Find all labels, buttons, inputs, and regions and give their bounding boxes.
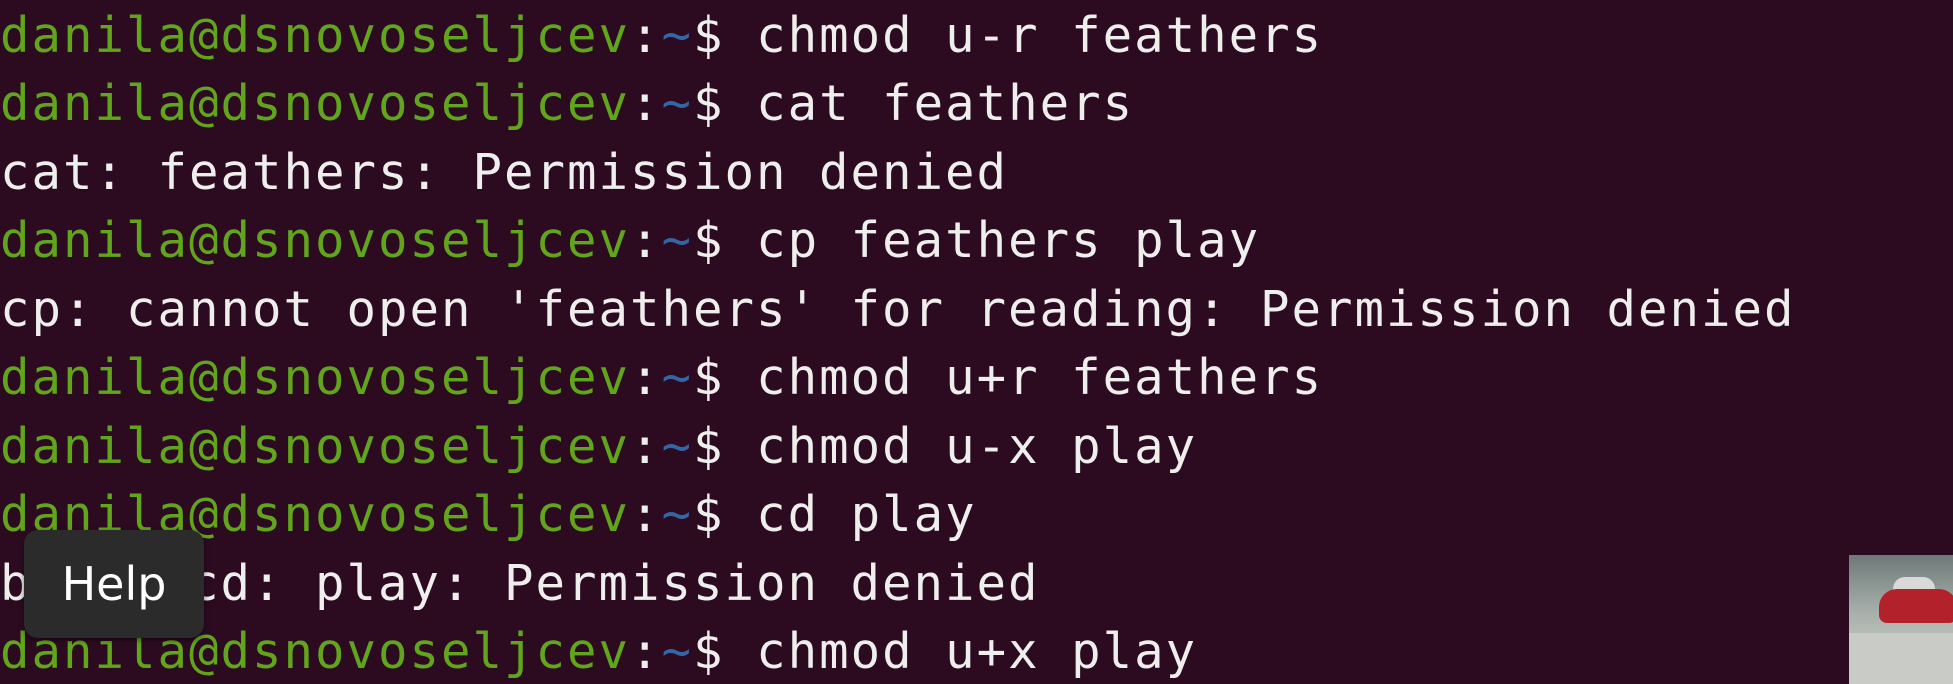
terminal-line: danila@dsnovoseljcev:~$ cp feathers play	[0, 207, 1260, 275]
terminal-line: danila@dsnovoseljcev:~$ cat feathers	[0, 70, 1134, 138]
prompt-colon: :	[630, 75, 662, 132]
prompt-path: ~	[661, 486, 694, 543]
prompt-dollar: $	[693, 349, 757, 406]
help-tooltip[interactable]: Help	[24, 530, 204, 638]
prompt-user: danila@dsnovoseljcev	[0, 75, 631, 132]
prompt-path: ~	[661, 623, 694, 680]
prompt-user: danila@dsnovoseljcev	[0, 212, 631, 269]
video-thumbnail-icon[interactable]	[1849, 555, 1953, 684]
prompt-path: ~	[661, 418, 694, 475]
terminal-window[interactable]: danila@dsnovoseljcev:~$ chmod u-r feathe…	[0, 0, 1953, 684]
thumbnail-ground	[1849, 633, 1953, 684]
prompt-user: danila@dsnovoseljcev	[0, 349, 631, 406]
prompt-colon: :	[630, 349, 662, 406]
prompt-colon: :	[630, 623, 662, 680]
command-text: cat feathers	[756, 75, 1135, 132]
command-text: chmod u+x play	[756, 623, 1198, 680]
terminal-line: danila@dsnovoseljcev:~$ chmod u-r feathe…	[0, 2, 1323, 70]
prompt-colon: :	[630, 7, 662, 64]
prompt-colon: :	[630, 418, 662, 475]
prompt-colon: :	[630, 486, 662, 543]
command-text: cd play	[756, 486, 977, 543]
prompt-path: ~	[661, 7, 694, 64]
prompt-colon: :	[630, 212, 662, 269]
prompt-user: danila@dsnovoseljcev	[0, 418, 631, 475]
prompt-dollar: $	[693, 7, 757, 64]
terminal-output: cp: cannot open 'feathers' for reading: …	[0, 281, 1796, 338]
prompt-path: ~	[661, 75, 694, 132]
prompt-dollar: $	[693, 418, 757, 475]
command-text: chmod u+r feathers	[756, 349, 1324, 406]
terminal-line: danila@dsnovoseljcev:~$ chmod u+r feathe…	[0, 344, 1323, 412]
prompt-user: danila@dsnovoseljcev	[0, 7, 631, 64]
command-text: chmod u-x play	[756, 418, 1198, 475]
thumbnail-car	[1879, 589, 1953, 623]
terminal-line: danila@dsnovoseljcev:~$ chmod u-x play	[0, 413, 1197, 481]
command-text: cp feathers play	[756, 212, 1261, 269]
prompt-dollar: $	[693, 486, 757, 543]
prompt-path: ~	[661, 349, 694, 406]
terminal-output: cat: feathers: Permission denied	[0, 144, 1009, 201]
prompt-path: ~	[661, 212, 694, 269]
prompt-dollar: $	[693, 212, 757, 269]
command-text: chmod u-r feathers	[756, 7, 1324, 64]
prompt-dollar: $	[693, 75, 757, 132]
prompt-dollar: $	[693, 623, 757, 680]
